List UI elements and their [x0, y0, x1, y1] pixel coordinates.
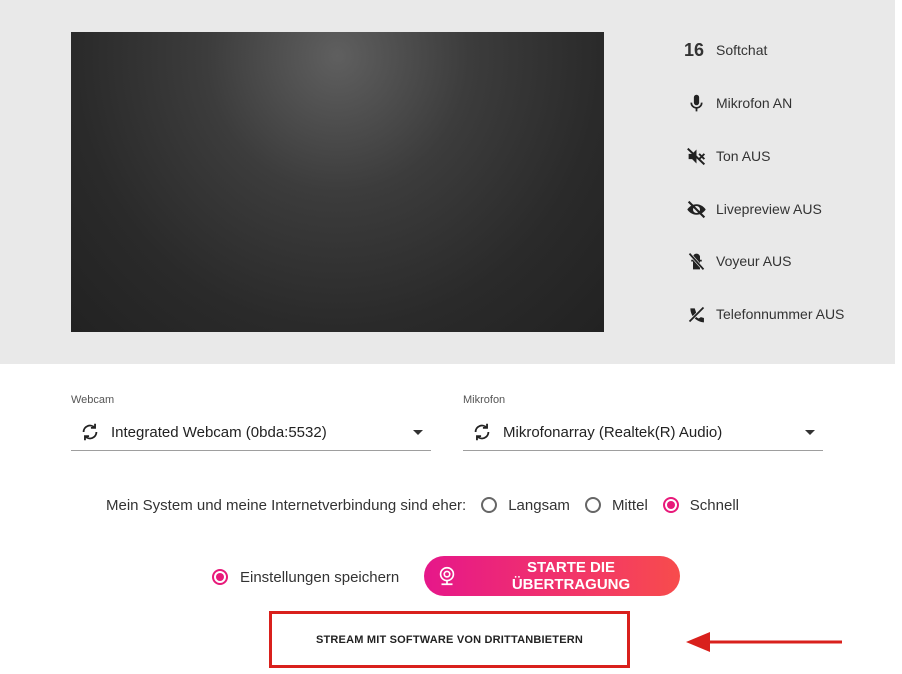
radio-mittel[interactable] — [584, 497, 601, 513]
stream-preview-panel: 16 Softchat Mikrofon AN Ton AUS Liveprev… — [0, 0, 895, 364]
start-broadcast-label: STARTE DIE ÜBERTRAGUNG — [511, 559, 631, 593]
phone-status[interactable]: Telefonnummer AUS — [684, 301, 844, 327]
sync-icon — [471, 421, 493, 443]
save-settings-label: Einstellungen speichern — [240, 568, 400, 586]
third-party-stream-button[interactable]: STREAM MIT SOFTWARE VON DRITTANBIETERN — [269, 611, 630, 668]
mic-icon — [684, 91, 708, 115]
voyeur-status-label: Voyeur AUS — [716, 253, 792, 269]
webcam-icon — [436, 565, 458, 587]
save-settings-radio[interactable] — [212, 569, 228, 585]
radio-langsam-label: Langsam — [508, 496, 570, 514]
sound-off-icon — [684, 144, 708, 168]
mikrofon-value: Mikrofonarray (Realtek(R) Audio) — [503, 423, 723, 441]
start-broadcast-button[interactable]: STARTE DIE ÜBERTRAGUNG — [424, 556, 680, 596]
chevron-down-icon — [413, 429, 423, 435]
sound-status-label: Ton AUS — [716, 148, 771, 164]
softchat-label: Softchat — [716, 42, 768, 58]
webcam-value: Integrated Webcam (0bda:5532) — [111, 423, 327, 441]
webcam-preview — [71, 32, 604, 332]
sound-status[interactable]: Ton AUS — [684, 143, 770, 169]
eye-off-icon — [684, 197, 708, 221]
mikrofon-select[interactable]: Mikrofonarray (Realtek(R) Audio) — [463, 414, 823, 451]
softchat-count: 16 — [684, 39, 705, 60]
arrow-icon — [686, 632, 842, 652]
radio-langsam[interactable] — [481, 497, 498, 513]
voyeur-status[interactable]: Voyeur AUS — [684, 248, 792, 274]
webcam-select[interactable]: Integrated Webcam (0bda:5532) — [71, 414, 431, 451]
phone-status-label: Telefonnummer AUS — [716, 306, 845, 322]
sync-icon — [79, 421, 101, 443]
livepreview-status[interactable]: Livepreview AUS — [684, 196, 822, 222]
speed-question: Mein System und meine Internetverbindung… — [106, 496, 467, 514]
phone-off-icon — [684, 302, 708, 326]
mikrofon-label: Mikrofon — [463, 394, 506, 406]
third-party-stream-label: STREAM MIT SOFTWARE VON DRITTANBIETERN — [315, 633, 584, 646]
radio-schnell-label: Schnell — [689, 496, 739, 514]
microphone-status[interactable]: Mikrofon AN — [684, 90, 792, 116]
webcam-label: Webcam — [71, 394, 115, 406]
radio-schnell[interactable] — [662, 497, 679, 513]
connection-speed-row: Mein System und meine Internetverbindung… — [106, 493, 739, 517]
radio-mittel-label: Mittel — [611, 496, 648, 514]
save-settings-option[interactable]: Einstellungen speichern — [212, 565, 399, 589]
voyeur-off-icon — [684, 249, 708, 273]
microphone-status-label: Mikrofon AN — [716, 95, 793, 111]
livepreview-status-label: Livepreview AUS — [716, 201, 822, 217]
softchat-status: 16 Softchat — [684, 37, 767, 63]
chevron-down-icon — [805, 429, 815, 435]
